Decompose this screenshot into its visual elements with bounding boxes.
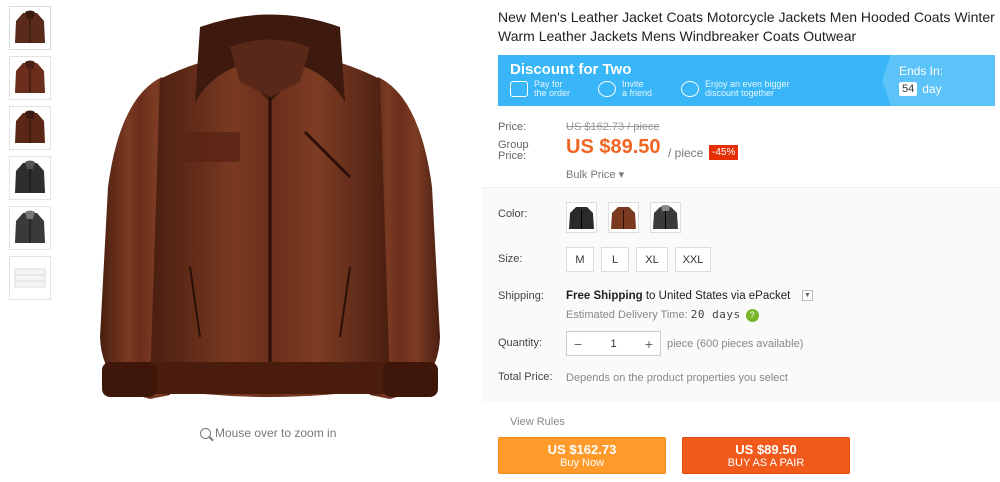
- group-price: US $89.50: [566, 136, 661, 158]
- shipping-options-toggle[interactable]: ▼: [802, 290, 813, 301]
- thumbnail-2[interactable]: [9, 56, 51, 100]
- buy-now-label: Buy Now: [559, 457, 605, 469]
- thumbnail-3[interactable]: [9, 106, 51, 150]
- brown-jacket-swatch: [611, 207, 636, 229]
- color-label: Color:: [498, 208, 528, 220]
- jacket-thumbnail-image: [15, 110, 45, 143]
- promo-title: Discount for Two: [510, 61, 632, 78]
- price-label: Price:: [498, 121, 527, 133]
- quantity-input[interactable]: 1: [589, 338, 638, 350]
- bulk-price-dropdown[interactable]: Bulk Price ▾: [566, 168, 624, 181]
- shipping-label: Shipping:: [498, 290, 544, 302]
- zoom-hint: Mouse over to zoom in: [200, 426, 336, 440]
- view-rules-link[interactable]: View Rules: [510, 416, 565, 428]
- size-option-xl[interactable]: XL: [636, 247, 668, 272]
- promo-step-pay: Pay for the order: [510, 80, 570, 98]
- stock-note: piece (600 pieces available): [667, 338, 804, 350]
- jacket-thumbnail-image: [15, 160, 45, 193]
- original-price: US $162.73 / piece: [566, 121, 660, 133]
- thumbnail-4[interactable]: [9, 156, 51, 200]
- total-price-note: Depends on the product properties you se…: [566, 372, 788, 384]
- thumbnail-1[interactable]: [9, 6, 51, 50]
- person-icon: [598, 81, 616, 97]
- buy-pair-label: BUY AS A PAIR: [727, 457, 805, 469]
- delivery-days: 20 days: [690, 308, 741, 321]
- jacket-thumbnail-image: [15, 10, 45, 43]
- product-title: New Men's Leather Jacket Coats Motorcycl…: [498, 9, 995, 44]
- thumbnail-6[interactable]: [9, 256, 51, 300]
- buy-now-price: US $162.73: [547, 442, 617, 457]
- zoom-hint-text: Mouse over to zoom in: [215, 426, 337, 440]
- price-unit: / piece: [668, 146, 704, 160]
- thumbnail-list: [9, 6, 51, 306]
- days-label: day: [922, 82, 942, 96]
- size-option-l[interactable]: L: [601, 247, 629, 272]
- shipping-method: Free Shipping to United States via ePack…: [566, 290, 791, 302]
- promo-step-invite: Invite a friend: [598, 80, 652, 98]
- ends-in-label: Ends In:: [899, 64, 944, 78]
- buy-as-pair-button[interactable]: US $89.50 BUY AS A PAIR: [682, 437, 850, 474]
- size-chart-thumbnail-image: [14, 268, 46, 288]
- size-option-xxl[interactable]: XXL: [675, 247, 711, 272]
- order-icon: [510, 81, 528, 97]
- gray-jacket-swatch: [653, 205, 678, 229]
- jacket-thumbnail-image: [15, 60, 45, 93]
- color-option-brown[interactable]: [608, 202, 639, 233]
- buy-pair-price: US $89.50: [735, 442, 797, 457]
- quantity-label: Quantity:: [498, 337, 543, 349]
- quantity-increase-button[interactable]: +: [638, 336, 660, 352]
- delivery-estimate: Estimated Delivery Time: 20 days ?: [566, 308, 759, 322]
- product-detail-panel: New Men's Leather Jacket Coats Motorcycl…: [482, 0, 1000, 482]
- color-option-gray[interactable]: [650, 202, 681, 233]
- size-label: Size:: [498, 253, 523, 265]
- size-option-m[interactable]: M: [566, 247, 594, 272]
- quantity-decrease-button[interactable]: −: [567, 336, 589, 352]
- promo-countdown: Ends In: 54 day: [882, 55, 995, 106]
- leather-jacket-image: [100, 14, 440, 399]
- discount-for-two-banner[interactable]: Discount for Two Pay for the order Invite…: [498, 55, 995, 106]
- magnifier-icon: [200, 427, 211, 439]
- discount-tag-icon: [681, 81, 699, 97]
- quantity-stepper: − 1 +: [566, 331, 661, 356]
- days-count: 54: [899, 82, 918, 96]
- total-price-label: Total Price:: [498, 371, 553, 383]
- promo-step-discount: Enjoy an even bigger discount together: [681, 80, 790, 98]
- group-price-label-line2: Price:: [498, 150, 527, 162]
- price-section: Price: US $162.73 / piece Group Price: U…: [482, 112, 1000, 188]
- help-icon[interactable]: ?: [745, 308, 759, 322]
- jacket-thumbnail-image: [15, 210, 45, 243]
- color-option-black[interactable]: [566, 202, 597, 233]
- black-jacket-swatch: [569, 207, 594, 229]
- discount-badge: -45%: [709, 145, 739, 160]
- thumbnail-5[interactable]: [9, 206, 51, 250]
- main-product-image[interactable]: [60, 2, 480, 422]
- buy-now-button[interactable]: US $162.73 Buy Now: [498, 437, 666, 474]
